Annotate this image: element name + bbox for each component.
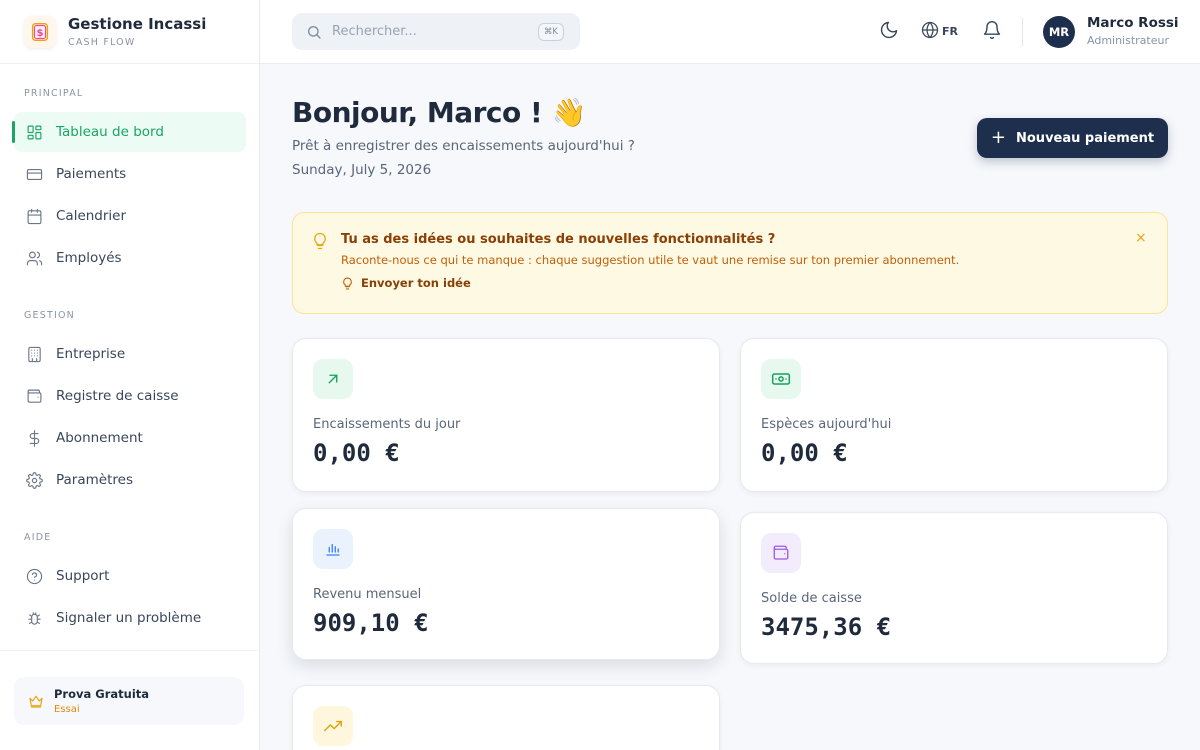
trial-card[interactable]: Prova Gratuita Essai bbox=[14, 677, 244, 725]
bug-icon bbox=[28, 611, 41, 625]
app-subtitle: CASH FLOW bbox=[68, 37, 136, 48]
wallet-icon bbox=[27, 389, 42, 403]
dashboard-icon bbox=[27, 125, 42, 139]
app-title: Gestione Incassi bbox=[68, 15, 207, 33]
send-idea-label: Envoyer ton idée bbox=[361, 276, 471, 290]
calendar-icon bbox=[27, 208, 42, 224]
sidebar-item-calendar[interactable]: Calendrier bbox=[14, 196, 246, 236]
svg-text:$: $ bbox=[36, 28, 43, 39]
language-code[interactable]: FR bbox=[942, 25, 958, 38]
stat-label: Solde de caisse bbox=[761, 591, 862, 606]
cash-icon bbox=[761, 359, 801, 399]
send-idea-link[interactable]: Envoyer ton idée bbox=[341, 276, 471, 290]
stat-value: 909,10 € bbox=[313, 609, 429, 637]
wallet-icon bbox=[761, 533, 801, 573]
new-payment-label: Nouveau paiement bbox=[1016, 130, 1155, 146]
stat-value: 3475,36 € bbox=[761, 613, 892, 641]
stat-card-cash-balance[interactable]: Solde de caisse 3475,36 € bbox=[740, 512, 1168, 664]
sidebar-item-company[interactable]: Entreprise bbox=[14, 334, 246, 374]
sidebar-item-settings[interactable]: Paramètres bbox=[14, 460, 246, 500]
close-icon[interactable]: × bbox=[1135, 230, 1147, 246]
stat-card-daily-receipts[interactable]: Encaissements du jour 0,00 € bbox=[292, 338, 720, 492]
sidebar-item-label: Paramètres bbox=[56, 472, 133, 488]
users-icon bbox=[26, 251, 43, 265]
sidebar-item-label: Signaler un problème bbox=[56, 610, 202, 626]
sidebar-footer: Prova Gratuita Essai bbox=[0, 650, 259, 750]
sidebar-item-label: Support bbox=[56, 568, 110, 584]
crown-icon bbox=[29, 695, 43, 708]
search-box[interactable]: ⌘K bbox=[292, 13, 580, 50]
trending-up-icon bbox=[313, 706, 353, 746]
sidebar-item-cash-register[interactable]: Registre de caisse bbox=[14, 376, 246, 416]
nav-section-principal: PRINCIPAL bbox=[24, 88, 84, 99]
building-icon bbox=[28, 346, 41, 362]
sidebar-item-label: Calendrier bbox=[56, 208, 127, 224]
sidebar-item-dashboard[interactable]: Tableau de bord bbox=[12, 112, 246, 152]
user-role: Administrateur bbox=[1087, 34, 1169, 47]
sidebar-item-subscription[interactable]: Abonnement bbox=[14, 418, 246, 458]
brand[interactable]: $ Gestione Incassi CASH FLOW bbox=[0, 0, 259, 64]
sidebar-item-support[interactable]: Support bbox=[14, 556, 246, 596]
arrow-up-right-icon bbox=[313, 359, 353, 399]
lightbulb-icon bbox=[311, 232, 329, 254]
sidebar-item-report-issue[interactable]: Signaler un problème bbox=[14, 598, 246, 638]
sidebar-item-label: Employés bbox=[56, 250, 122, 266]
trial-subtitle: Essai bbox=[54, 704, 80, 715]
user-name[interactable]: Marco Rossi bbox=[1087, 15, 1179, 31]
stat-value: 0,00 € bbox=[313, 439, 400, 467]
stat-label: Revenu mensuel bbox=[313, 587, 422, 602]
stat-label: Espèces aujourd'hui bbox=[761, 417, 892, 432]
sidebar-item-label: Tableau de bord bbox=[56, 124, 164, 140]
help-circle-icon bbox=[26, 568, 43, 584]
sidebar-item-label: Abonnement bbox=[56, 430, 143, 446]
sidebar: $ Gestione Incassi CASH FLOW PRINCIPAL T… bbox=[0, 0, 260, 750]
feature-request-banner: Tu as des idées ou souhaites de nouvelle… bbox=[292, 212, 1168, 314]
avatar[interactable]: MR bbox=[1043, 16, 1075, 48]
current-date: Sunday, July 5, 2026 bbox=[292, 162, 432, 178]
stat-card-trend[interactable] bbox=[292, 685, 720, 750]
stat-label: Encaissements du jour bbox=[313, 417, 461, 432]
topbar-divider bbox=[1022, 18, 1023, 46]
banner-text: Raconte-nous ce qui te manque : chaque s… bbox=[341, 253, 960, 267]
sidebar-item-label: Registre de caisse bbox=[56, 388, 179, 404]
sidebar-item-label: Entreprise bbox=[56, 346, 126, 362]
trial-title: Prova Gratuita bbox=[54, 687, 150, 701]
notifications-button[interactable] bbox=[982, 20, 1002, 44]
nav-section-aide: AIDE bbox=[24, 532, 52, 543]
banner-title: Tu as des idées ou souhaites de nouvelle… bbox=[341, 232, 776, 247]
stat-value: 0,00 € bbox=[761, 439, 848, 467]
lightbulb-icon bbox=[343, 277, 352, 289]
nav-section-gestion: GESTION bbox=[24, 310, 75, 321]
credit-card-icon bbox=[26, 168, 43, 180]
page-subtitle: Prêt à enregistrer des encaissements auj… bbox=[292, 138, 635, 154]
new-payment-button[interactable]: + Nouveau paiement bbox=[977, 118, 1168, 158]
page-title: Bonjour, Marco ! 👋 bbox=[292, 96, 586, 129]
search-icon bbox=[308, 25, 321, 39]
sidebar-item-payments[interactable]: Paiements bbox=[14, 154, 246, 194]
gear-icon bbox=[26, 471, 43, 489]
topbar: ⌘K FR MR Marco Rossi Administrateur bbox=[260, 0, 1200, 64]
search-input[interactable] bbox=[332, 24, 522, 39]
language-button[interactable] bbox=[921, 20, 939, 43]
sidebar-item-employees[interactable]: Employés bbox=[14, 238, 246, 278]
globe-icon bbox=[921, 21, 939, 39]
bar-chart-icon bbox=[313, 529, 353, 569]
theme-toggle-button[interactable] bbox=[879, 20, 899, 44]
bell-icon bbox=[983, 21, 1001, 40]
search-shortcut: ⌘K bbox=[537, 23, 564, 41]
dollar-icon bbox=[29, 429, 40, 447]
moon-icon bbox=[880, 21, 898, 39]
sidebar-item-label: Paiements bbox=[56, 166, 127, 182]
stat-card-monthly-revenue[interactable]: Revenu mensuel 909,10 € bbox=[292, 508, 720, 660]
stat-card-cash-today[interactable]: Espèces aujourd'hui 0,00 € bbox=[740, 338, 1168, 492]
plus-icon: + bbox=[990, 126, 1006, 148]
app-logo-icon: $ bbox=[24, 15, 56, 48]
